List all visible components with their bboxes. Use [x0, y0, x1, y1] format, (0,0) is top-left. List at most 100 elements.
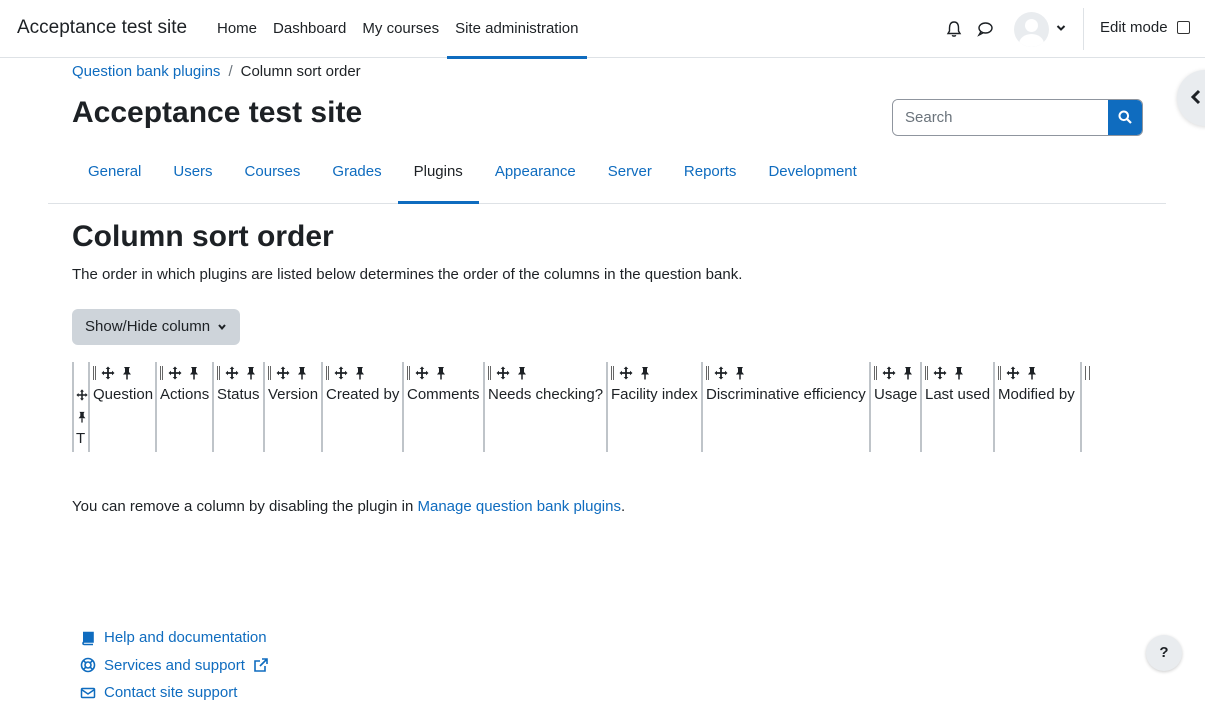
manage-question-bank-plugins-link[interactable]: Manage question bank plugins — [418, 498, 621, 515]
column-label: Facility index — [611, 386, 698, 403]
top-navbar: Acceptance test site Home Dashboard My c… — [0, 0, 1205, 59]
sortable-column[interactable]: Discriminative efficiency — [701, 362, 869, 452]
resize-handle[interactable] — [925, 366, 928, 380]
column-icons — [706, 362, 869, 384]
move-icon[interactable] — [276, 366, 290, 380]
nav-my-courses[interactable]: My courses — [354, 0, 447, 58]
search-button[interactable] — [1108, 100, 1142, 135]
tab-general[interactable]: General — [72, 142, 157, 203]
column-label: Comments — [407, 386, 480, 403]
tab-grades[interactable]: Grades — [316, 142, 397, 203]
nav-site-administration[interactable]: Site administration — [447, 0, 587, 59]
sortable-column[interactable]: Last used — [920, 362, 993, 452]
nav-dashboard[interactable]: Dashboard — [265, 0, 354, 58]
site-brand[interactable]: Acceptance test site — [17, 17, 187, 39]
move-icon[interactable] — [168, 366, 182, 380]
move-icon[interactable] — [619, 366, 633, 380]
lifebuoy-icon — [80, 657, 96, 673]
resize-handle[interactable] — [611, 366, 614, 380]
move-icon[interactable] — [76, 388, 88, 402]
resize-handle[interactable] — [93, 366, 96, 380]
sortable-column[interactable]: Needs checking? — [483, 362, 606, 452]
nav-home[interactable]: Home — [209, 0, 265, 58]
pin-icon[interactable] — [76, 410, 88, 424]
pin-icon[interactable] — [733, 366, 747, 380]
move-icon[interactable] — [101, 366, 115, 380]
resize-handle[interactable] — [488, 366, 491, 380]
pin-icon[interactable] — [120, 366, 134, 380]
tab-plugins[interactable]: Plugins — [397, 142, 480, 204]
bell-icon[interactable] — [945, 20, 963, 38]
resize-handle[interactable] — [326, 366, 329, 380]
pin-icon[interactable] — [901, 366, 915, 380]
pin-icon[interactable] — [295, 366, 309, 380]
help-and-documentation-link[interactable]: Help and documentation — [80, 624, 269, 652]
help-and-documentation-label[interactable]: Help and documentation — [104, 629, 267, 646]
tab-users[interactable]: Users — [157, 142, 228, 203]
sortable-column[interactable]: Comments — [402, 362, 483, 452]
removal-note-suffix: . — [620, 498, 626, 515]
move-icon[interactable] — [496, 366, 510, 380]
chevron-down-icon[interactable] — [1055, 22, 1067, 34]
resize-handle[interactable] — [874, 366, 877, 380]
column-label: Last used — [925, 386, 991, 403]
pin-icon[interactable] — [638, 366, 652, 380]
show-hide-column-label: Show/Hide column — [85, 318, 211, 335]
pin-icon[interactable] — [434, 366, 448, 380]
pin-icon[interactable] — [1025, 366, 1039, 380]
column-icons — [407, 362, 483, 384]
resize-handle[interactable] — [160, 366, 163, 380]
search-input[interactable] — [893, 100, 1108, 135]
pin-icon[interactable] — [187, 366, 201, 380]
tab-reports[interactable]: Reports — [668, 142, 753, 203]
services-and-support-label[interactable]: Services and support — [104, 657, 245, 674]
sortable-column[interactable]: Question — [88, 362, 155, 452]
sortable-column[interactable]: Usage — [869, 362, 920, 452]
resize-handle[interactable] — [706, 366, 709, 380]
breadcrumb-current: Column sort order — [240, 63, 361, 80]
sortable-column[interactable]: T — [72, 362, 88, 452]
sortable-column[interactable]: Version — [263, 362, 321, 452]
open-block-drawer-button[interactable] — [1177, 70, 1205, 126]
resize-handle[interactable] — [1085, 366, 1090, 380]
footer-links: Help and documentation Services and supp… — [80, 624, 269, 707]
column-icons — [160, 362, 212, 384]
pin-icon[interactable] — [952, 366, 966, 380]
move-icon[interactable] — [1006, 366, 1020, 380]
resize-handle[interactable] — [407, 366, 410, 380]
chevron-left-icon — [1190, 89, 1201, 105]
resize-handle[interactable] — [268, 366, 271, 380]
breadcrumb-link-question-bank-plugins[interactable]: Question bank plugins — [72, 63, 220, 80]
sortable-column[interactable]: Created by — [321, 362, 402, 452]
move-icon[interactable] — [225, 366, 239, 380]
chat-icon[interactable] — [976, 20, 994, 38]
column-icons — [925, 362, 993, 384]
move-icon[interactable] — [334, 366, 348, 380]
move-icon[interactable] — [415, 366, 429, 380]
sortable-column[interactable]: Modified by — [993, 362, 1080, 452]
show-hide-column-button[interactable]: Show/Hide column — [72, 309, 240, 345]
chevron-down-icon — [218, 324, 226, 331]
edit-mode-toggle[interactable] — [1177, 21, 1190, 34]
sortable-column[interactable]: Status — [212, 362, 263, 452]
breadcrumb-separator: / — [228, 63, 233, 80]
tab-courses[interactable]: Courses — [229, 142, 317, 203]
tab-server[interactable]: Server — [592, 142, 668, 203]
move-icon[interactable] — [882, 366, 896, 380]
resize-handle[interactable] — [217, 366, 220, 380]
contact-site-support-link[interactable]: Contact site support — [80, 679, 269, 707]
move-icon[interactable] — [933, 366, 947, 380]
resize-handle[interactable] — [998, 366, 1001, 380]
tab-development[interactable]: Development — [752, 142, 872, 203]
sortable-column[interactable]: Actions — [155, 362, 212, 452]
pin-icon[interactable] — [353, 366, 367, 380]
services-and-support-link[interactable]: Services and support — [80, 652, 269, 680]
pin-icon[interactable] — [515, 366, 529, 380]
column-list-end — [1080, 362, 1090, 452]
help-button[interactable]: ? — [1146, 635, 1182, 671]
avatar[interactable] — [1014, 12, 1049, 47]
pin-icon[interactable] — [244, 366, 258, 380]
move-icon[interactable] — [714, 366, 728, 380]
sortable-column[interactable]: Facility index — [606, 362, 701, 452]
tab-appearance[interactable]: Appearance — [479, 142, 592, 203]
